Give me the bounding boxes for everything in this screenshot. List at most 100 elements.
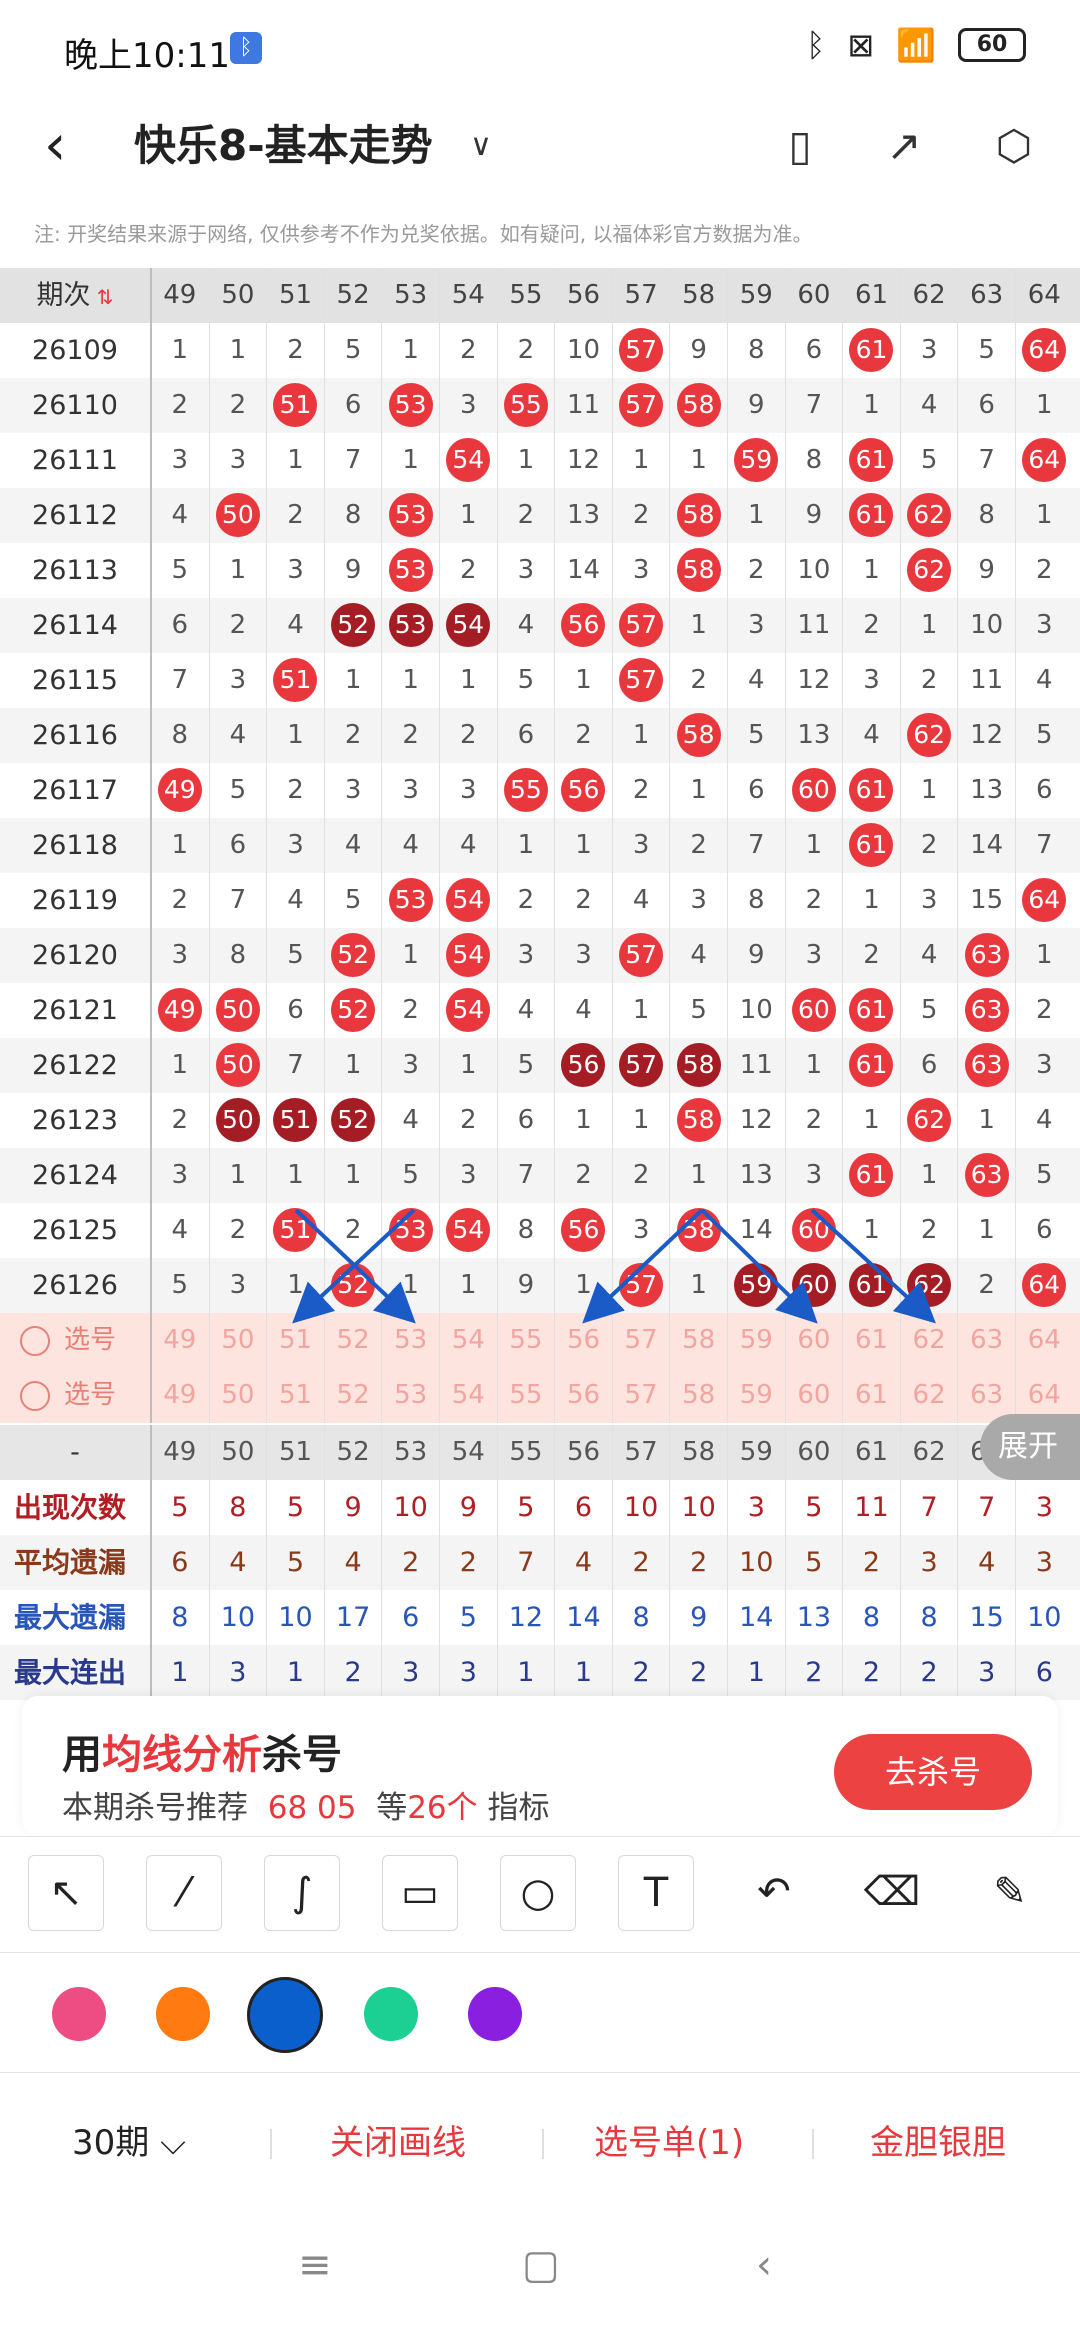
cell: 1	[727, 488, 785, 543]
select-number[interactable]: 51	[266, 1313, 324, 1368]
drawn-number-ball: 54	[446, 438, 491, 482]
select-number[interactable]: 51	[266, 1368, 324, 1423]
color-swatch[interactable]	[468, 1987, 522, 2041]
color-swatch[interactable]	[364, 1987, 418, 2041]
drawn-number-ball: 58	[676, 713, 721, 757]
cell: 61	[842, 488, 900, 543]
number-header: 52	[323, 268, 382, 323]
select-number[interactable]: 59	[727, 1368, 785, 1423]
cell: 56	[554, 1203, 612, 1258]
rectangle-tool-icon[interactable]: ▭	[382, 1855, 458, 1931]
line-tool-icon[interactable]: ⁄	[146, 1855, 222, 1931]
table-row: 26113 5 1 3 9 53 2 3 14 3 58 2 10 1 62 9 2	[0, 543, 1080, 598]
select-number[interactable]: 62	[899, 1313, 958, 1368]
select-number[interactable]: 54	[439, 1368, 497, 1423]
stats-value: 15	[957, 1590, 1015, 1645]
select-number[interactable]: 57	[611, 1313, 670, 1368]
cell: 13	[727, 1148, 785, 1203]
cell: 8	[208, 928, 267, 983]
close-lines-button[interactable]: 关闭画线	[330, 2113, 466, 2173]
color-swatch[interactable]	[52, 1987, 106, 2041]
select-number[interactable]: 64	[1015, 1313, 1073, 1368]
arrow-tool-icon[interactable]: ↖	[28, 1855, 104, 1931]
drawn-number-ball: 61	[849, 328, 894, 372]
cell: 54	[439, 433, 497, 488]
back-icon[interactable]: ‹	[44, 116, 66, 176]
circle-tool-icon[interactable]: ○	[500, 1855, 576, 1931]
select-number[interactable]: 50	[208, 1313, 267, 1368]
select-number[interactable]: 52	[323, 1313, 382, 1368]
drawn-number-ball: 53	[388, 548, 433, 592]
share-icon[interactable]: ↗	[874, 116, 934, 176]
select-number[interactable]: 60	[784, 1313, 843, 1368]
select-number[interactable]: 62	[899, 1368, 958, 1423]
select-number[interactable]: 54	[439, 1313, 497, 1368]
back-nav-icon[interactable]: ‹	[756, 2240, 772, 2290]
text-tool-icon[interactable]: T	[618, 1855, 694, 1931]
stats-value: 2	[381, 1535, 439, 1590]
eraser-icon[interactable]: ⌫	[854, 1855, 930, 1931]
expand-button[interactable]: 展开	[980, 1414, 1080, 1480]
select-number[interactable]: 56	[554, 1313, 612, 1368]
stats-value: 14	[554, 1590, 612, 1645]
select-number[interactable]: 49	[151, 1313, 209, 1368]
select-number[interactable]: 57	[611, 1368, 670, 1423]
golden-button[interactable]: 金胆银胆	[870, 2113, 1006, 2173]
stats-value: 1	[554, 1645, 612, 1700]
select-number[interactable]: 58	[669, 1313, 727, 1368]
select-number[interactable]: 61	[842, 1368, 900, 1423]
stats-value: 9	[323, 1480, 382, 1535]
menu-icon[interactable]: ≡	[298, 2240, 332, 2290]
cell: 5	[208, 763, 267, 818]
select-number[interactable]: 59	[727, 1313, 785, 1368]
period-select[interactable]: 30期 ⌵	[72, 2113, 186, 2173]
cell: 3	[669, 873, 727, 928]
cell: 63	[957, 928, 1015, 983]
select-number[interactable]: 56	[554, 1368, 612, 1423]
select-number[interactable]: 60	[784, 1368, 843, 1423]
period-header[interactable]: 期次 ⇅	[0, 268, 150, 323]
cell: 62	[899, 708, 958, 763]
color-swatch[interactable]	[247, 1977, 323, 2053]
chevron-down-icon[interactable]: ∨	[470, 116, 492, 176]
undo-icon[interactable]: ↶	[736, 1855, 812, 1931]
selection-list-button[interactable]: 选号单(1)	[594, 2113, 744, 2173]
layout-toggle-icon[interactable]: ▯	[770, 116, 830, 176]
select-number[interactable]: 61	[842, 1313, 900, 1368]
select-number[interactable]: 58	[669, 1368, 727, 1423]
number-header: 53	[381, 1425, 439, 1480]
system-nav-bar: ≡ ▢ ‹	[0, 2212, 1080, 2340]
stats-value: 6	[171, 1547, 189, 1578]
cell: 58	[669, 488, 727, 543]
cell: 5	[323, 323, 382, 378]
stats-value: 1	[266, 1645, 324, 1700]
cell: 4	[266, 598, 324, 653]
curve-tool-icon[interactable]: ∫	[264, 1855, 340, 1931]
table-row: 26119 2 7 4 5 53 54 2 2 4 3 8 2 1 3 15 64	[0, 873, 1080, 928]
cell: 2	[208, 1203, 267, 1258]
select-number[interactable]: 50	[208, 1368, 267, 1423]
cell: 3	[611, 543, 670, 598]
select-number[interactable]: 53	[381, 1368, 439, 1423]
cell: 62	[899, 543, 958, 598]
select-number[interactable]: 55	[496, 1368, 555, 1423]
select-number[interactable]: 63	[957, 1313, 1015, 1368]
select-number[interactable]: 55	[496, 1313, 555, 1368]
page-title[interactable]: 快乐8-基本走势	[134, 116, 433, 176]
cell: 10	[554, 323, 612, 378]
select-number[interactable]: 49	[151, 1368, 209, 1423]
select-label: 选号	[64, 1325, 117, 1355]
select-radio[interactable]	[20, 1381, 50, 1411]
select-radio[interactable]	[20, 1326, 50, 1356]
select-number[interactable]: 53	[381, 1313, 439, 1368]
kill-number-button[interactable]: 去杀号	[834, 1734, 1032, 1810]
stats-value: 2	[669, 1535, 727, 1590]
cell: 6	[899, 1038, 958, 1093]
cell: 1	[381, 1258, 439, 1313]
color-swatch[interactable]	[156, 1987, 210, 2041]
clear-icon[interactable]: ✎	[972, 1855, 1048, 1931]
settings-icon[interactable]: ⬡	[984, 116, 1044, 176]
select-number[interactable]: 52	[323, 1368, 382, 1423]
home-icon[interactable]: ▢	[522, 2240, 560, 2290]
cell: 3	[171, 940, 189, 970]
